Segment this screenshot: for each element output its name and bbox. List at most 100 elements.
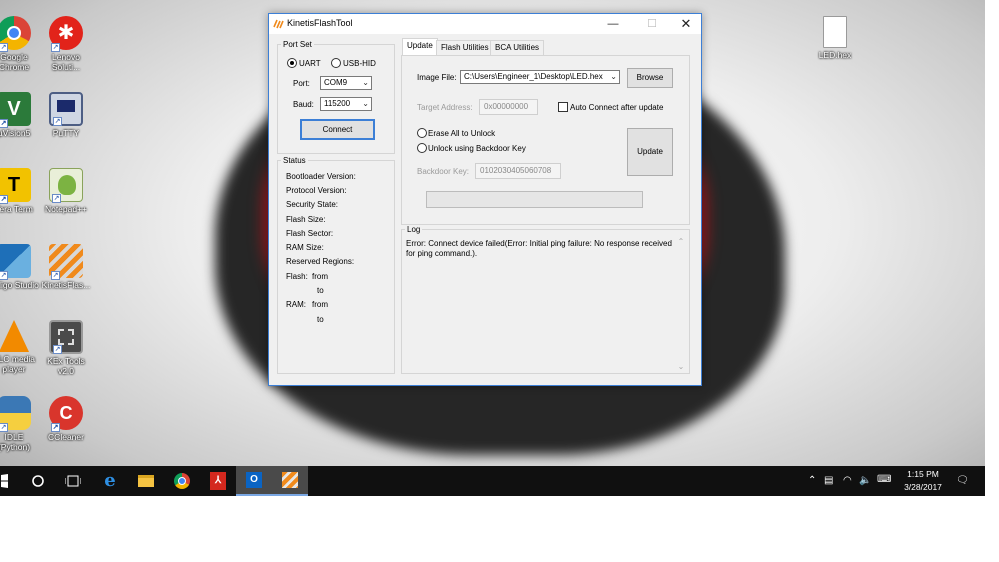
log-label: Log [405, 225, 423, 234]
port-select[interactable]: COM9 ⌄ [320, 76, 372, 90]
kinetis-app-icon [273, 18, 284, 29]
connect-button[interactable]: Connect [300, 119, 375, 140]
target-address-input[interactable]: 0x00000000 [479, 99, 538, 115]
kinetis-flash-tool-window: KinetisFlashTool — ☐ ✕ Port Set UART USB… [268, 13, 702, 386]
baud-label: Baud: [293, 100, 314, 109]
image-file-select[interactable]: C:\Users\Engineer_1\Desktop\LED.hex ⌄ [460, 70, 620, 84]
search-cortana-button[interactable] [20, 466, 56, 496]
flash-from-label: from [312, 272, 328, 281]
desktop-icon-label: KinetisFlas... [41, 280, 91, 290]
outlook-taskbar-icon[interactable]: O [236, 466, 272, 496]
uvision-icon: V ↗ [0, 92, 31, 128]
progress-bar [426, 191, 643, 208]
auto-connect-checkbox[interactable] [558, 102, 568, 112]
title-bar[interactable]: KinetisFlashTool — ☐ ✕ [269, 14, 701, 34]
flash-size-label: Flash Size: [286, 215, 326, 224]
desktop-icon-kinetisflash[interactable]: ↗ KinetisFlas... [34, 244, 98, 290]
tab-bca-utilities[interactable]: BCA Utilities [490, 40, 545, 56]
minimize-button[interactable]: — [596, 14, 630, 34]
image-file-label: Image File: [417, 73, 457, 82]
backdoor-unlock-radio[interactable] [417, 143, 427, 153]
action-center-icon[interactable]: 🗨 [956, 475, 969, 486]
backdoor-unlock-label: Unlock using Backdoor Key [428, 144, 526, 153]
ram-to-label: to [317, 315, 324, 324]
chrome-taskbar-icon[interactable] [164, 466, 200, 496]
desktop-icon-putty[interactable]: ↗ PuTTY [34, 92, 98, 138]
folder-icon [138, 475, 154, 487]
notepadpp-icon: ↗ [49, 168, 83, 203]
log-scrollbar[interactable]: ⌃ ⌄ [675, 237, 687, 371]
port-set-label: Port Set [281, 40, 314, 49]
log-text: Error: Connect device failed(Error: Init… [406, 239, 672, 258]
keyboard-icon[interactable]: ⌨ [877, 474, 891, 485]
desktop-icon-lenovo[interactable]: ✱ ↗ Lenovo Soluti... [34, 16, 98, 72]
close-button[interactable]: ✕ [669, 14, 703, 34]
erase-all-label: Erase All to Unlock [428, 129, 496, 138]
pdf-icon: ⅄ [210, 472, 226, 490]
baud-value: 115200 [324, 99, 351, 108]
task-view-button[interactable] [55, 466, 91, 496]
indigo-icon: ↗ [0, 244, 31, 280]
desktop-icon-notepadpp[interactable]: ↗ Notepad++ [34, 168, 98, 214]
kinetisflash-taskbar-icon[interactable] [272, 466, 308, 496]
acrobat-taskbar-icon[interactable]: ⅄ [200, 466, 236, 496]
task-view-icon [64, 475, 82, 487]
chevron-up-icon[interactable]: ⌃ [808, 475, 816, 486]
status-label: Status [281, 156, 308, 165]
scroll-up-icon[interactable]: ⌃ [675, 237, 687, 246]
chrome-icon [174, 473, 190, 489]
desktop-icon-kextools[interactable]: ↗ KEx Tools v2.0 [34, 320, 98, 376]
tab-flash-utilities[interactable]: Flash Utilities [436, 40, 494, 56]
lenovo-icon: ✱ ↗ [49, 16, 83, 52]
desktop-icon-led-hex[interactable]: LED.hex [803, 16, 867, 60]
outlook-icon: O [246, 472, 262, 488]
port-value: COM9 [324, 78, 348, 87]
file-explorer-taskbar-icon[interactable] [128, 466, 164, 496]
devices-icon[interactable]: ▤ [824, 475, 833, 486]
ram-size-label: RAM Size: [286, 243, 324, 252]
port-label: Port: [293, 79, 310, 88]
volume-icon[interactable]: 🔈 [859, 475, 871, 486]
clock[interactable]: 1:15 PM 3/28/2017 [898, 468, 948, 494]
usb-hid-radio[interactable] [331, 58, 341, 68]
edge-taskbar-icon[interactable]: e [92, 466, 128, 496]
file-icon [823, 16, 847, 48]
bootloader-version-label: Bootloader Version: [286, 172, 356, 181]
protocol-version-label: Protocol Version: [286, 186, 347, 195]
tab-update[interactable]: Update [402, 38, 438, 56]
flash-region-label: Flash: [286, 272, 308, 281]
kinetisflash-icon [282, 472, 298, 488]
chevron-down-icon: ⌄ [610, 72, 617, 81]
backdoor-key-label: Backdoor Key: [417, 167, 470, 176]
flash-sector-label: Flash Sector: [286, 229, 334, 238]
maximize-button[interactable]: ☐ [635, 14, 669, 34]
desktop-icon-label: Lenovo Soluti... [51, 52, 81, 72]
uart-label: UART [299, 59, 321, 68]
browse-button[interactable]: Browse [627, 68, 673, 88]
ram-from-label: from [312, 300, 328, 309]
start-button[interactable] [0, 466, 16, 496]
baud-select[interactable]: 115200 ⌄ [320, 97, 372, 111]
erase-all-radio[interactable] [417, 128, 427, 138]
wifi-icon[interactable]: ◠ [843, 475, 852, 486]
ram-region-label: RAM: [286, 300, 306, 309]
backdoor-key-input[interactable]: 0102030405060708 [475, 163, 561, 179]
desktop-icon-ccleaner[interactable]: C ↗ CCleaner [34, 396, 98, 442]
scroll-down-icon[interactable]: ⌄ [675, 362, 687, 371]
image-file-value: C:\Users\Engineer_1\Desktop\LED.hex [464, 72, 603, 81]
update-button[interactable]: Update [627, 128, 673, 176]
vlc-icon [0, 320, 29, 352]
kextools-icon: ↗ [49, 320, 83, 354]
auto-connect-label: Auto Connect after update [570, 103, 664, 112]
ccleaner-icon: C ↗ [49, 396, 83, 432]
desktop-icon-label: CCleaner [48, 432, 84, 442]
idle-icon: ↗ [0, 396, 31, 432]
teraterm-icon: T ↗ [0, 168, 31, 204]
desktop: ↗ Google Chrome ✱ ↗ Lenovo Soluti... V ↗ µ… [0, 0, 985, 496]
cortana-icon [32, 475, 44, 487]
uart-radio[interactable] [287, 58, 297, 68]
desktop-icon-label: Notepad++ [44, 204, 88, 214]
taskbar: e ⅄ O ⌃ ▤ ◠ 🔈 ⌨ 1:15 PM 3/28/2017 🗨 [0, 466, 985, 496]
target-address-label: Target Address: [417, 103, 473, 112]
putty-icon: ↗ [49, 92, 83, 126]
